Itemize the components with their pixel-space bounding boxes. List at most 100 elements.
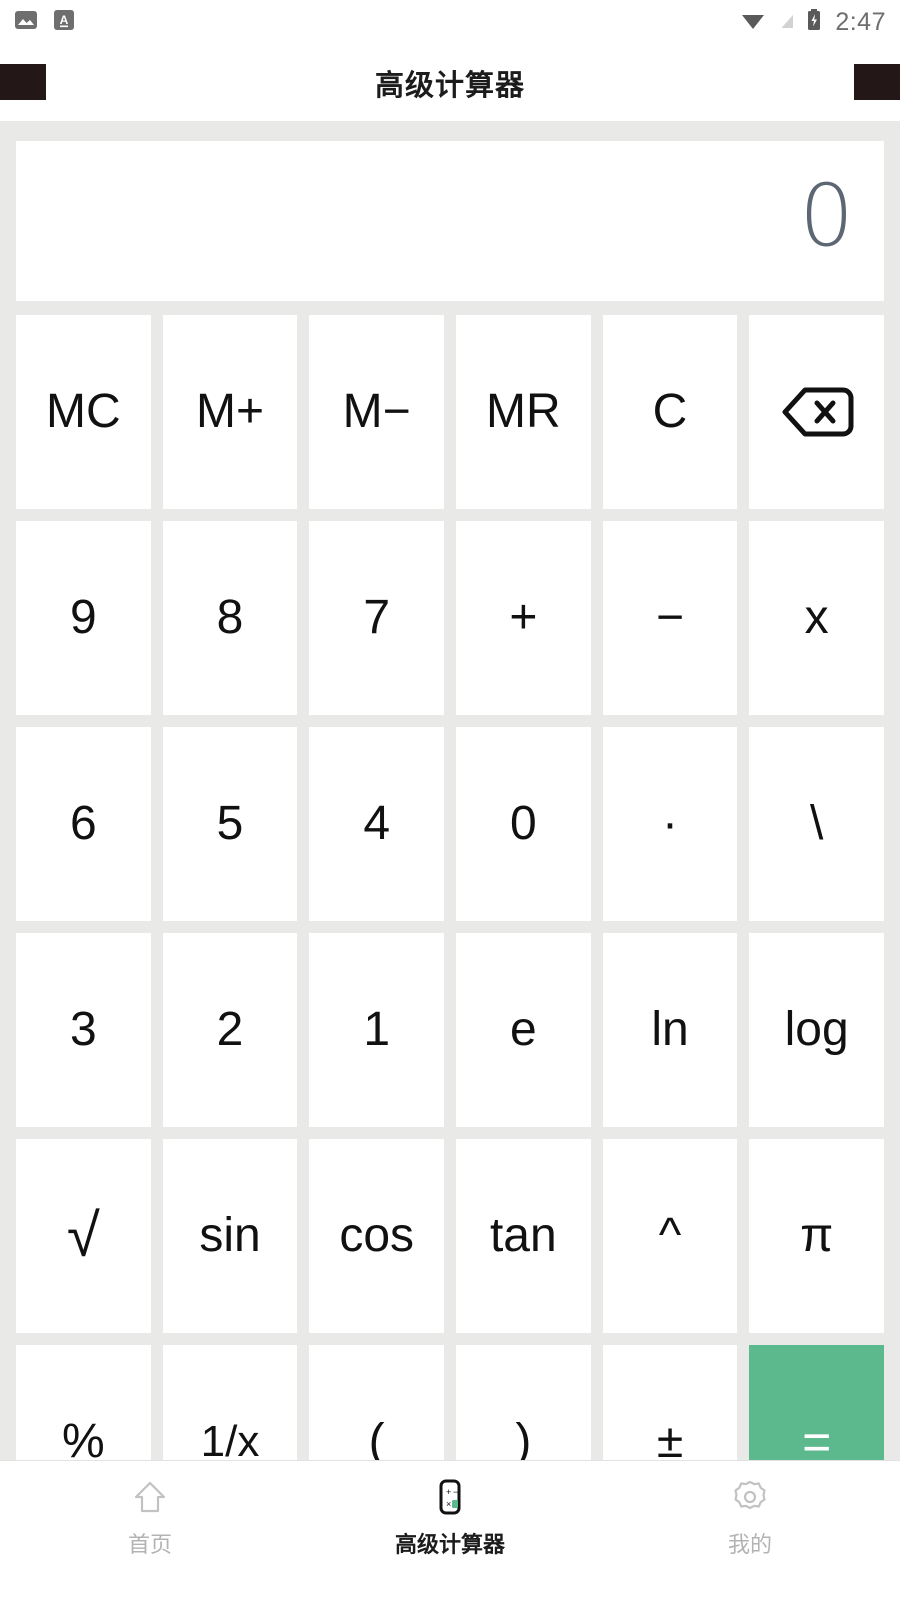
key-sqrt[interactable]: √ — [16, 1139, 151, 1333]
left-edge-block — [0, 64, 46, 100]
key-multiply[interactable]: x — [749, 521, 884, 715]
svg-text:×: × — [446, 1499, 451, 1509]
image-icon — [14, 8, 38, 37]
key-8[interactable]: 8 — [162, 521, 298, 715]
key-paren-open-label: ( — [368, 1415, 385, 1461]
key-decimal-label: · — [662, 797, 678, 850]
key-decimal[interactable]: · — [602, 727, 738, 921]
key-5-label: 5 — [216, 797, 244, 850]
key-6[interactable]: 6 — [16, 727, 151, 921]
key-memory-subtract-label: M− — [342, 385, 411, 438]
key-plus-minus-label: ± — [656, 1415, 684, 1461]
bottom-nav: 首页 + − × 高级计算器 我的 — [0, 1460, 900, 1600]
key-memory-subtract[interactable]: M− — [309, 315, 444, 509]
key-ln[interactable]: ln — [602, 933, 738, 1127]
key-2[interactable]: 2 — [162, 933, 298, 1127]
key-e-label: e — [509, 1003, 537, 1056]
gear-icon — [728, 1475, 772, 1519]
key-backslash[interactable]: \ — [749, 727, 884, 921]
display-value: 0 — [799, 166, 854, 266]
key-memory-add[interactable]: M+ — [162, 315, 298, 509]
key-9-label: 9 — [69, 591, 97, 644]
key-clear[interactable]: C — [602, 315, 738, 509]
key-1[interactable]: 1 — [309, 933, 444, 1127]
key-cos[interactable]: cos — [309, 1139, 444, 1333]
title-bar: 高级计算器 — [0, 44, 900, 121]
key-4-label: 4 — [363, 797, 391, 850]
nav-profile-label: 我的 — [727, 1531, 772, 1557]
app-a-icon: A — [52, 8, 76, 37]
key-0-label: 0 — [509, 797, 537, 850]
key-memory-clear[interactable]: MC — [16, 315, 151, 509]
calculator-icon: + − × — [428, 1475, 472, 1519]
key-5[interactable]: 5 — [162, 727, 298, 921]
svg-text:+: + — [446, 1487, 451, 1497]
key-4[interactable]: 4 — [309, 727, 444, 921]
key-7[interactable]: 7 — [309, 521, 444, 715]
key-percent-label: % — [61, 1415, 105, 1461]
home-icon — [128, 1475, 172, 1519]
key-e[interactable]: e — [456, 933, 591, 1127]
key-paren-open[interactable]: ( — [309, 1345, 444, 1460]
key-reciprocal[interactable]: 1/x — [162, 1345, 298, 1461]
key-ln-label: ln — [651, 1003, 689, 1056]
right-edge-block — [854, 64, 900, 100]
key-paren-close-label: ) — [515, 1415, 532, 1461]
key-cos-label: cos — [339, 1209, 415, 1262]
key-minus[interactable]: − — [602, 521, 738, 715]
key-percent[interactable]: % — [16, 1345, 151, 1460]
key-log[interactable]: log — [749, 933, 884, 1127]
key-equals[interactable]: = — [749, 1345, 884, 1460]
backspace-icon — [782, 387, 854, 437]
key-memory-recall-label: MR — [486, 385, 561, 438]
key-sin[interactable]: sin — [162, 1139, 298, 1333]
page-title: 高级计算器 — [374, 69, 525, 102]
key-minus-label: − — [655, 591, 684, 644]
status-bar-right-icons: 2:47 — [740, 8, 886, 37]
nav-calculator[interactable]: + − × 高级计算器 — [300, 1461, 600, 1600]
nav-profile[interactable]: 我的 — [600, 1461, 900, 1600]
key-memory-clear-label: MC — [46, 385, 121, 438]
svg-text:−: − — [453, 1487, 458, 1497]
battery-charging-icon — [806, 8, 822, 37]
key-power-label: ^ — [658, 1209, 682, 1262]
key-pi-label: π — [800, 1209, 834, 1262]
key-plus[interactable]: + — [456, 521, 591, 715]
key-8-label: 8 — [216, 591, 244, 644]
nav-calculator-label: 高级计算器 — [394, 1531, 505, 1557]
key-power[interactable]: ^ — [602, 1139, 738, 1333]
key-log-label: log — [784, 1003, 849, 1056]
signal-off-icon — [776, 8, 796, 37]
key-backslash-label: \ — [809, 797, 824, 850]
key-3[interactable]: 3 — [16, 933, 151, 1127]
key-reciprocal-label: 1/x — [200, 1417, 260, 1461]
key-7-label: 7 — [363, 591, 391, 644]
key-equals-label: = — [802, 1414, 832, 1460]
key-6-label: 6 — [69, 797, 97, 850]
key-0[interactable]: 0 — [456, 727, 591, 921]
calculator-body: 0 MC M+ M− MR C 9 8 7 + − x 6 5 4 0 · \ 3 2 1 e ln log √ sin cos t… — [0, 121, 900, 1460]
key-paren-close[interactable]: ) — [456, 1345, 591, 1460]
key-2-label: 2 — [216, 1003, 244, 1056]
nav-home-label: 首页 — [127, 1531, 172, 1557]
key-tan-label: tan — [489, 1209, 557, 1262]
nav-home[interactable]: 首页 — [0, 1461, 300, 1600]
wifi-icon — [740, 8, 766, 37]
key-memory-recall[interactable]: MR — [456, 315, 591, 509]
key-pi[interactable]: π — [749, 1139, 884, 1333]
status-bar-left-icons: A — [14, 8, 76, 37]
status-bar-time: 2:47 — [835, 7, 886, 36]
status-bar: A 2:47 — [0, 0, 900, 44]
key-3-label: 3 — [69, 1003, 97, 1056]
key-backspace[interactable] — [749, 315, 884, 509]
key-1-label: 1 — [363, 1003, 391, 1056]
svg-text:A: A — [60, 13, 69, 27]
key-9[interactable]: 9 — [16, 521, 151, 715]
key-plus-label: + — [509, 591, 538, 644]
key-clear-label: C — [652, 385, 688, 438]
key-tan[interactable]: tan — [456, 1139, 591, 1333]
key-plus-minus[interactable]: ± — [602, 1345, 738, 1461]
calculator-display: 0 — [16, 141, 884, 301]
key-multiply-label: x — [804, 591, 829, 644]
calculator-keypad: MC M+ M− MR C 9 8 7 + − x 6 5 4 0 · \ 3 2 1 e ln log √ sin cos tan… — [16, 315, 884, 1460]
